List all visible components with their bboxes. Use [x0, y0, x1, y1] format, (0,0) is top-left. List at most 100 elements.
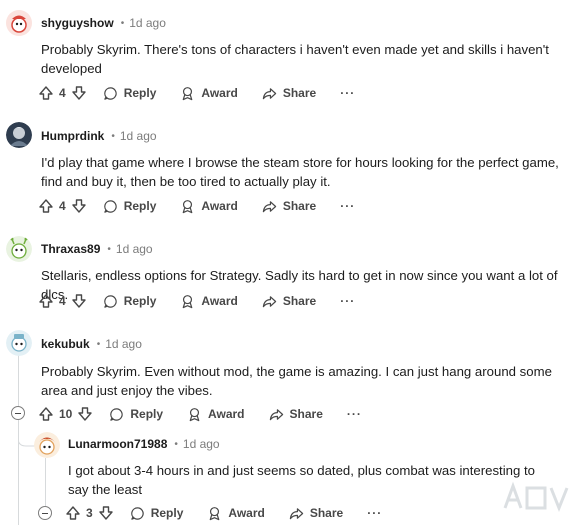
reply-label: Reply [123, 86, 157, 100]
vote-count: 4 [59, 294, 66, 308]
avatar[interactable] [34, 432, 60, 458]
reply-label: Reply [123, 294, 157, 308]
avatar-icon [6, 236, 32, 262]
upvote-icon[interactable] [38, 293, 54, 309]
avatar-icon [6, 122, 32, 148]
award-label: Award [201, 199, 238, 213]
comment-bubble-icon [103, 199, 117, 213]
downvote-icon[interactable] [71, 85, 87, 101]
thread-line [18, 352, 19, 408]
timestamp[interactable]: 1d ago [105, 337, 142, 351]
avatar-icon [6, 330, 32, 356]
award-label: Award [201, 294, 238, 308]
author-name[interactable]: Thraxas89 [41, 242, 100, 256]
timestamp[interactable]: 1d ago [120, 129, 157, 143]
separator-dot: • [174, 438, 178, 450]
watermark-logo [503, 481, 569, 513]
author-name[interactable]: Lunarmoon71988 [68, 437, 167, 451]
separator-dot: • [120, 17, 125, 29]
share-icon [262, 87, 277, 99]
avatar[interactable] [6, 122, 32, 148]
more-options-button[interactable]: ··· [340, 294, 355, 308]
award-button[interactable]: Award [180, 199, 238, 214]
comment-actions: 10 Reply Award Share ··· [38, 403, 362, 425]
comment-body: I got about 3-4 hours in and just seems … [68, 463, 535, 497]
award-icon [210, 506, 220, 520]
reply-button[interactable]: Reply [103, 294, 157, 309]
share-label: Share [309, 506, 344, 520]
upvote-icon[interactable] [38, 85, 54, 101]
award-icon [189, 407, 200, 421]
author-name[interactable]: shyguyshow [41, 16, 114, 30]
vote-count: 3 [86, 506, 93, 520]
comment-bubble-icon [130, 506, 144, 520]
more-options-button[interactable]: ··· [367, 506, 382, 520]
comment-body: I'd play that game where I browse the st… [41, 155, 559, 189]
more-options-button[interactable]: ··· [340, 86, 355, 100]
upvote-icon[interactable] [65, 505, 81, 521]
author-name[interactable]: kekubuk [41, 337, 90, 351]
reply-label: Reply [150, 506, 184, 520]
avatar[interactable] [6, 330, 32, 356]
comment-body: Probably Skyrim. Even without mod, the g… [41, 364, 552, 398]
author-name[interactable]: Humprdink [41, 129, 104, 143]
award-button[interactable]: Award [207, 506, 265, 521]
avatar[interactable] [6, 10, 32, 36]
downvote-icon[interactable] [71, 293, 87, 309]
reply-label: Reply [123, 199, 157, 213]
award-label: Award [201, 86, 238, 100]
award-label: Award [228, 506, 265, 520]
downvote-icon[interactable] [77, 406, 93, 422]
share-label: Share [289, 407, 323, 421]
share-icon [269, 408, 283, 420]
reply-button[interactable]: Reply [130, 506, 184, 521]
award-button[interactable]: Award [187, 407, 245, 422]
share-button[interactable]: Share [289, 506, 343, 521]
reply-button[interactable]: Reply [103, 86, 157, 101]
share-label: Share [282, 86, 317, 100]
share-button[interactable]: Share [269, 407, 323, 422]
more-options-button[interactable]: ··· [347, 407, 362, 421]
collapse-thread-button[interactable] [38, 506, 52, 520]
collapse-thread-button[interactable] [11, 406, 25, 420]
separator-dot: • [107, 243, 111, 255]
avatar[interactable] [6, 236, 32, 262]
comment-actions: 4 Reply Award Share ··· [38, 290, 355, 312]
share-icon [262, 295, 277, 307]
vote-count: 10 [59, 407, 73, 421]
share-button[interactable]: Share [262, 294, 316, 309]
award-button[interactable]: Award [180, 294, 238, 309]
timestamp[interactable]: 1d ago [116, 242, 153, 256]
vote-count: 4 [59, 199, 66, 213]
comment-bubble-icon [103, 86, 117, 100]
reply-button[interactable]: Reply [109, 407, 163, 422]
share-label: Share [282, 294, 317, 308]
separator-dot: • [96, 338, 101, 350]
award-button[interactable]: Award [180, 86, 238, 101]
upvote-icon[interactable] [38, 406, 54, 422]
award-icon [183, 199, 193, 213]
avatar-icon [34, 432, 60, 458]
timestamp[interactable]: 1d ago [129, 16, 166, 30]
more-options-button[interactable]: ··· [340, 199, 355, 213]
upvote-icon[interactable] [38, 198, 54, 214]
share-icon [262, 200, 277, 212]
downvote-icon[interactable] [98, 505, 114, 521]
timestamp[interactable]: 1d ago [183, 437, 220, 451]
downvote-icon[interactable] [71, 198, 87, 214]
share-button[interactable]: Share [262, 199, 316, 214]
comment-bubble-icon [110, 407, 124, 421]
share-label: Share [282, 199, 317, 213]
thread-line [45, 458, 46, 506]
separator-dot: • [111, 130, 115, 142]
reply-button[interactable]: Reply [103, 199, 157, 214]
vote-count: 4 [59, 86, 66, 100]
share-icon [289, 507, 304, 519]
award-icon [183, 86, 193, 100]
reply-label: Reply [130, 407, 164, 421]
share-button[interactable]: Share [262, 86, 316, 101]
comment-bubble-icon [103, 294, 117, 308]
comment-actions: 4 Reply Award Share ··· [38, 195, 355, 217]
comment-actions: 4 Reply Award Share ··· [38, 82, 355, 104]
avatar-icon [6, 10, 32, 36]
